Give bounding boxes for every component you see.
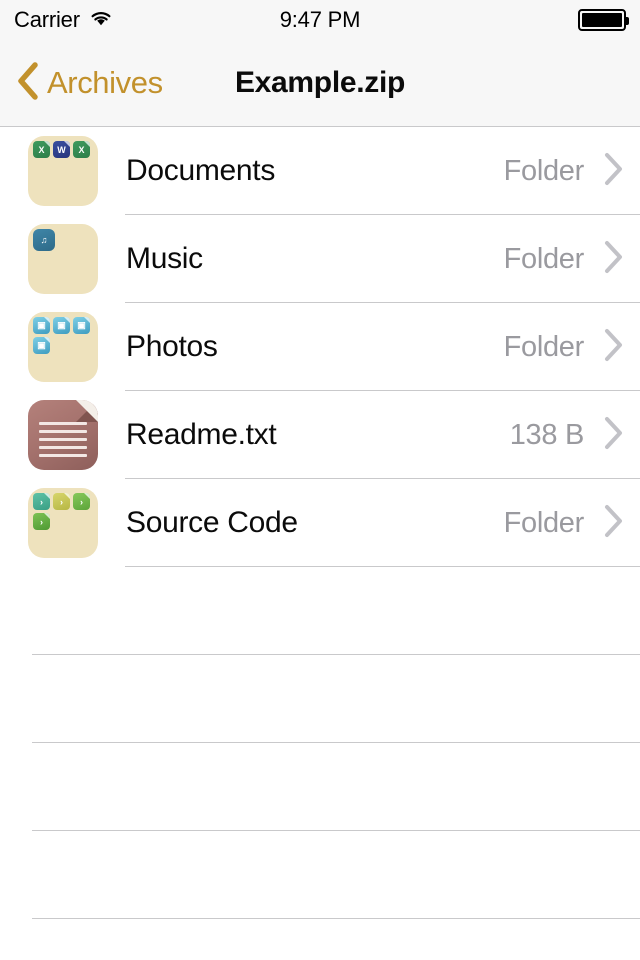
carrier-label: Carrier [14, 7, 80, 32]
badge-glyph: ▣ [37, 340, 46, 350]
empty-list-row [0, 655, 640, 743]
document-text-line [39, 438, 87, 441]
file-row-icon: › › › › [28, 488, 98, 558]
wifi-icon [89, 9, 113, 32]
badge-fold-icon [84, 493, 90, 499]
file-row-detail: 138 B [509, 418, 585, 451]
text-document-icon [28, 400, 98, 470]
badge-glyph: › [40, 496, 43, 507]
navigation-bar: Archives Example.zip [0, 40, 640, 127]
status-bar-right [578, 9, 629, 31]
file-row-name: Music [126, 242, 203, 275]
file-row-detail: Folder [503, 242, 585, 275]
file-row-name: Readme.txt [126, 418, 277, 451]
folder-badges: XWX [33, 141, 93, 158]
chevron-right-icon[interactable] [602, 328, 624, 367]
badge-glyph: › [80, 496, 83, 507]
folder-icon: › › › › [28, 488, 98, 558]
chevron-left-icon[interactable] [16, 61, 40, 105]
file-row-name: Photos [126, 330, 218, 363]
file-row-icon: ▣ ▣ ▣ ▣ [28, 312, 98, 382]
document-text-lines [39, 422, 87, 462]
document-fold-icon [76, 400, 98, 422]
badge-fold-icon [44, 513, 50, 519]
file-row-icon: ♫ [28, 224, 98, 294]
badge-fold-icon [84, 141, 90, 147]
folder-badges: ♫ [33, 229, 93, 251]
file-type-badge: X [73, 141, 90, 158]
badge-glyph: ♫ [40, 235, 48, 245]
file-row[interactable]: ♫ Music Folder [0, 215, 640, 303]
status-bar-left: Carrier [14, 7, 113, 33]
file-row-detail: Folder [503, 330, 585, 363]
chevron-right-icon[interactable] [602, 416, 624, 455]
document-text-line [39, 430, 87, 433]
file-row-icon: XWX [28, 136, 98, 206]
file-row[interactable]: X W X Documents Folder [0, 127, 640, 215]
document-text-line [39, 446, 87, 449]
document-text-line [39, 454, 87, 457]
badge-fold-icon [64, 493, 70, 499]
status-bar: Carrier 9:47 PM [0, 0, 640, 40]
empty-list-row [0, 743, 640, 831]
folder-badges: › › › › [33, 493, 93, 530]
file-type-badge: › [33, 513, 50, 530]
folder-badges: ▣ ▣ ▣ ▣ [33, 317, 93, 354]
battery-icon [578, 9, 629, 31]
battery-fill [582, 13, 622, 27]
empty-list-row [0, 567, 640, 655]
file-type-badge: › [73, 493, 90, 510]
file-list: X W X Documents Folder ♫ Music Folder ▣ ▣ ▣ ▣ Photos… [0, 127, 640, 919]
file-row-name: Documents [126, 154, 276, 187]
file-type-badge: W [53, 141, 70, 158]
folder-icon: ♫ [28, 224, 98, 294]
back-button[interactable]: Archives [16, 61, 163, 105]
badge-glyph: W [57, 144, 66, 155]
file-type-badge: ▣ [33, 317, 50, 334]
folder-icon: ▣ ▣ ▣ ▣ [28, 312, 98, 382]
empty-list-row [0, 831, 640, 919]
file-row-icon [28, 400, 98, 470]
file-row[interactable]: › › › › Source Code Folder [0, 479, 640, 567]
chevron-right-icon[interactable] [602, 504, 624, 543]
badge-glyph: ▣ [57, 320, 66, 330]
file-row-detail: Folder [503, 506, 585, 539]
file-row-detail: Folder [503, 154, 585, 187]
file-type-badge: ▣ [33, 337, 50, 354]
badge-glyph: › [40, 516, 43, 527]
badge-fold-icon [44, 493, 50, 499]
back-button-label[interactable]: Archives [47, 65, 163, 101]
file-type-badge: ♫ [33, 229, 55, 251]
file-row-name: Source Code [126, 506, 298, 539]
badge-glyph: ▣ [77, 320, 86, 330]
document-text-line [39, 422, 87, 425]
file-type-badge: X [33, 141, 50, 158]
file-row[interactable]: Readme.txt 138 B [0, 391, 640, 479]
file-type-badge: ▣ [73, 317, 90, 334]
chevron-right-icon[interactable] [602, 152, 624, 191]
file-type-badge: › [33, 493, 50, 510]
badge-glyph: X [78, 144, 85, 155]
badge-fold-icon [44, 141, 50, 147]
chevron-right-icon[interactable] [602, 240, 624, 279]
folder-icon: XWX [28, 136, 98, 206]
badge-glyph: ▣ [37, 320, 46, 330]
file-row[interactable]: ▣ ▣ ▣ ▣ Photos Folder [0, 303, 640, 391]
file-type-badge: ▣ [53, 317, 70, 334]
file-type-badge: › [53, 493, 70, 510]
badge-glyph: › [60, 496, 63, 507]
badge-glyph: X [38, 144, 45, 155]
battery-nub [626, 17, 629, 25]
